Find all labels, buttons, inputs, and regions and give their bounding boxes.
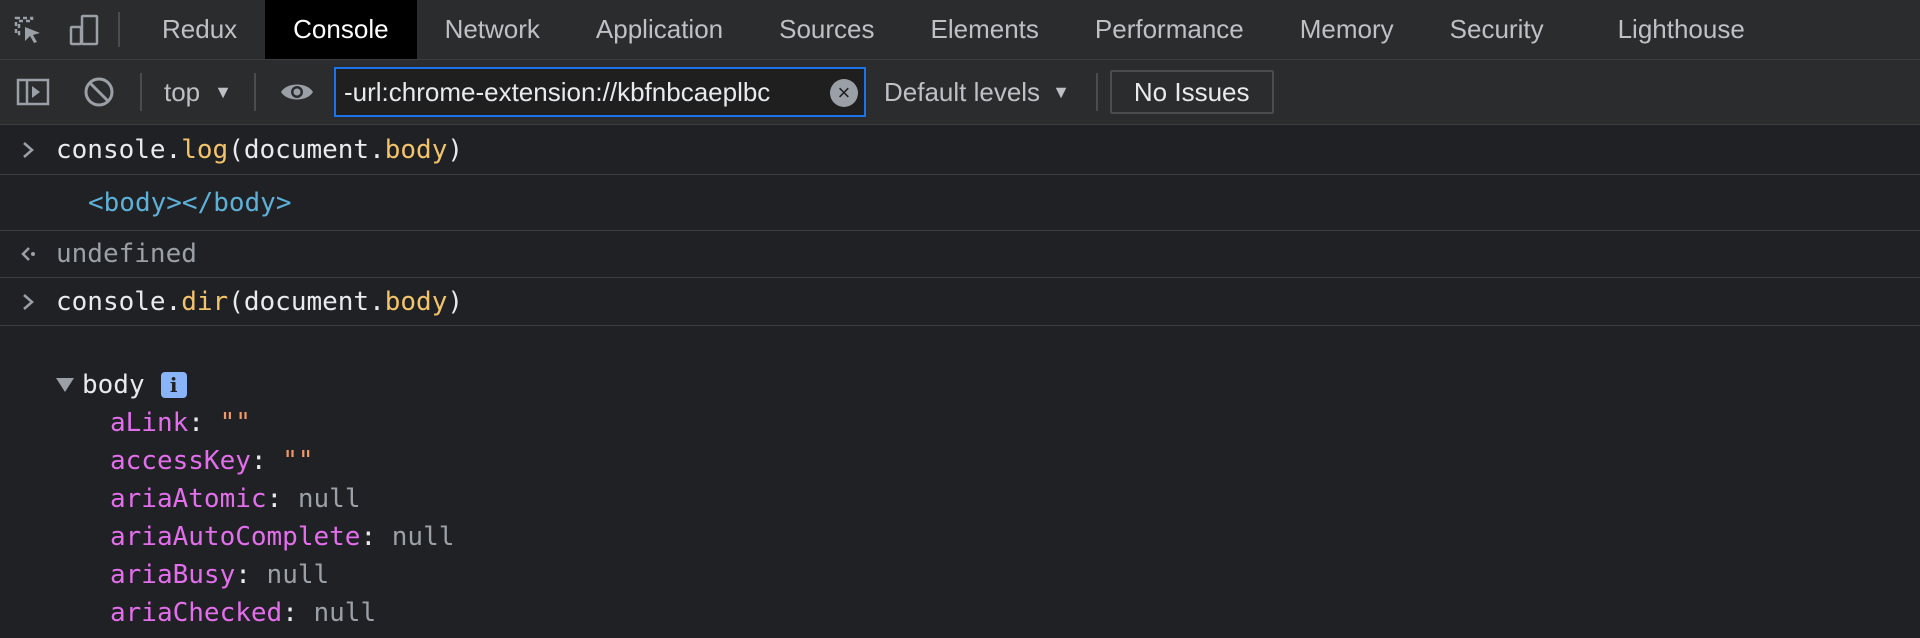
clear-console-button[interactable]: [66, 60, 132, 125]
tree-node-body[interactable]: body i: [0, 366, 1920, 404]
clear-block-icon: [84, 77, 114, 107]
command-text: console.log(document.body): [56, 134, 464, 165]
property-row[interactable]: accessKey: "": [0, 442, 1920, 480]
tree-node-label: body: [82, 370, 145, 400]
filter-input[interactable]: [335, 69, 816, 115]
command-text: console.dir(document.body): [56, 286, 464, 317]
property-row[interactable]: ariaChecked: null: [0, 594, 1920, 632]
property-row[interactable]: ariaAtomic: null: [0, 480, 1920, 518]
property-row[interactable]: aLink: "": [0, 404, 1920, 442]
device-mobile-icon: [69, 14, 99, 45]
console-toolbar: top ▼ × Default levels ▼ No Issues: [0, 60, 1920, 125]
inspect-element-button[interactable]: [0, 0, 56, 59]
context-selector[interactable]: top ▼: [150, 77, 246, 108]
issues-counter-button[interactable]: No Issues: [1109, 70, 1274, 114]
property-row[interactable]: ariaAutoComplete: null: [0, 518, 1920, 556]
sidebar-toggle-icon: [16, 78, 50, 106]
chevron-down-icon: ▼: [214, 81, 232, 102]
console-input-entry[interactable]: console.dir(document.body): [0, 278, 1920, 326]
console-log-output[interactable]: <body></body>: [0, 175, 1920, 231]
log-levels-dropdown[interactable]: Default levels ▼: [866, 77, 1088, 108]
inspect-cursor-icon: [14, 16, 40, 43]
return-value-text: undefined: [56, 239, 197, 269]
tab-network[interactable]: Network: [417, 0, 568, 59]
toolbar-divider: [140, 73, 142, 111]
show-sidebar-button[interactable]: [0, 60, 66, 125]
device-toolbar-button[interactable]: [56, 0, 112, 59]
console-return-value: undefined: [0, 231, 1920, 278]
log-levels-label: Default levels: [883, 76, 1041, 107]
console-messages: console.log(document.body) <body></body>…: [0, 125, 1920, 638]
tab-performance[interactable]: Performance: [1067, 0, 1272, 59]
tab-memory[interactable]: Memory: [1272, 0, 1422, 59]
console-input-entry[interactable]: console.log(document.body): [0, 125, 1920, 175]
input-prompt-icon: [0, 139, 56, 161]
result-arrow-icon: [0, 243, 56, 265]
tab-security[interactable]: Security: [1422, 0, 1572, 59]
live-expression-button[interactable]: [264, 60, 330, 125]
clear-filter-icon[interactable]: ×: [829, 79, 858, 107]
tab-application[interactable]: Application: [568, 0, 751, 59]
tab-console[interactable]: Console: [265, 0, 417, 59]
tab-elements[interactable]: Elements: [903, 0, 1067, 59]
toolbar-divider: [118, 12, 120, 47]
toolbar-divider: [1095, 73, 1098, 111]
toolbar-divider: [253, 73, 256, 111]
devtools-tab-bar: Redux Console Network Application Source…: [0, 0, 1920, 60]
context-label: top: [164, 76, 201, 107]
filter-box: ×: [333, 67, 866, 117]
object-tree: body i aLink: "" accessKey: "" ariaAtomi…: [0, 326, 1920, 632]
tab-lighthouse[interactable]: Lighthouse: [1590, 0, 1773, 59]
chevron-down-icon: ▼: [1052, 81, 1070, 102]
property-row[interactable]: ariaBusy: null: [0, 556, 1920, 594]
info-icon[interactable]: i: [160, 372, 187, 398]
tab-redux[interactable]: Redux: [134, 0, 265, 59]
expand-triangle-icon[interactable]: [56, 378, 74, 392]
tab-sources[interactable]: Sources: [751, 0, 902, 59]
input-prompt-icon: [0, 291, 56, 313]
log-output-element[interactable]: <body></body>: [88, 188, 292, 218]
eye-icon: [280, 84, 313, 100]
